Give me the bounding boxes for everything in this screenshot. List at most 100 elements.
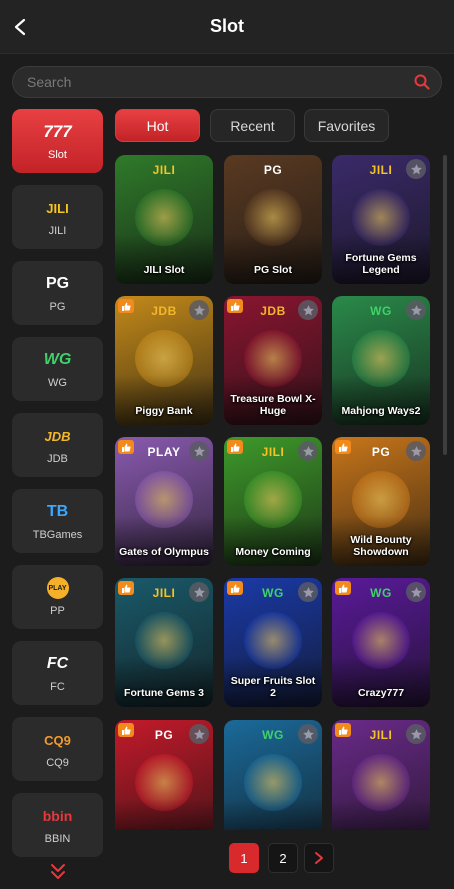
- tab-favorites[interactable]: Favorites: [304, 109, 389, 142]
- game-grid: JILI JILI Slot PG PG Slot JILI Fortune Gems L…: [115, 155, 445, 830]
- sidebar-item-label: WG: [48, 377, 67, 389]
- favorite-star-icon[interactable]: [406, 300, 426, 320]
- game-title: PG Slot: [254, 264, 292, 276]
- favorite-star-icon[interactable]: [189, 300, 209, 320]
- sidebar-item-label: BBIN: [44, 833, 71, 845]
- favorite-star-icon[interactable]: [406, 159, 426, 179]
- game-card[interactable]: WG Crazy777: [332, 578, 430, 707]
- sidebar-item-fc[interactable]: FC FC: [12, 641, 103, 705]
- card-shade: [332, 657, 430, 707]
- chevron-right-icon: [315, 852, 323, 864]
- game-card[interactable]: PGFortune Rabbit: [115, 720, 213, 830]
- thumbs-up-icon: [118, 440, 134, 454]
- game-card[interactable]: JDB Treasure Bowl X-Huge: [224, 296, 322, 425]
- search-bar: [12, 66, 442, 98]
- page-1-button[interactable]: 1: [229, 843, 259, 873]
- sidebar-item-pg[interactable]: PG PG: [12, 261, 103, 325]
- cq9-logo-icon: CQ9: [44, 732, 71, 748]
- game-title: Money Coming: [235, 546, 311, 558]
- game-card[interactable]: WG Super Fruits Slot 2: [224, 578, 322, 707]
- game-title: Samba Dance: [228, 829, 318, 830]
- favorite-star-icon[interactable]: [406, 724, 426, 744]
- favorite-star-icon[interactable]: [189, 441, 209, 461]
- sidebar-item-label: PP: [50, 605, 65, 617]
- game-card[interactable]: JILI Fortune Gems Legend: [332, 155, 430, 284]
- sidebar-item-label: Slot: [48, 149, 67, 161]
- double-chevron-down-icon[interactable]: [50, 862, 66, 882]
- sidebar-item-label: CQ9: [46, 757, 69, 769]
- game-card[interactable]: JDB Piggy Bank: [115, 296, 213, 425]
- fc-logo-icon: FC: [46, 655, 69, 672]
- card-shade: [115, 234, 213, 284]
- page-title: Slot: [210, 16, 244, 36]
- favorite-star-icon[interactable]: [406, 441, 426, 461]
- tab-recent[interactable]: Recent: [210, 109, 295, 142]
- thumbs-up-icon: [335, 723, 351, 737]
- favorite-star-icon[interactable]: [298, 300, 318, 320]
- game-card[interactable]: PG PG Slot: [224, 155, 322, 284]
- bbin-logo-icon: bbin: [42, 808, 73, 824]
- favorite-star-icon[interactable]: [298, 441, 318, 461]
- sidebar-item-label: FC: [50, 681, 65, 693]
- sidebar-item-jdb[interactable]: JDB JDB: [12, 413, 103, 477]
- game-card[interactable]: JILI JILI Slot: [115, 155, 213, 284]
- tbgames-logo-icon: TB: [46, 503, 69, 520]
- sidebar-item-label: PG: [49, 301, 66, 313]
- sidebar-item-cq9[interactable]: CQ9 CQ9: [12, 717, 103, 781]
- favorite-star-icon[interactable]: [406, 582, 426, 602]
- favorite-star-icon[interactable]: [189, 582, 209, 602]
- game-card[interactable]: PLAY Gates of Olympus: [115, 437, 213, 566]
- thumbs-up-icon: [118, 581, 134, 595]
- search-input[interactable]: [13, 67, 403, 97]
- game-provider-logo: JILI: [152, 163, 176, 177]
- game-card[interactable]: PG Wild Bounty Showdown: [332, 437, 430, 566]
- jili-logo-icon: JILI: [46, 200, 69, 216]
- pp-logo-icon: PLAY: [46, 577, 69, 599]
- sidebar-item-pp[interactable]: PLAY PP: [12, 565, 103, 629]
- jdb-logo-icon: JDB: [44, 428, 71, 444]
- game-card[interactable]: JILI Fortune Gems 3: [115, 578, 213, 707]
- game-provider-logo: PG: [263, 163, 283, 177]
- card-shade: [115, 516, 213, 566]
- sidebar-item-wg[interactable]: WG WG: [12, 337, 103, 401]
- card-shade: [224, 799, 322, 830]
- game-title: Crazy777: [357, 687, 405, 699]
- next-page-button[interactable]: [304, 843, 334, 873]
- game-card[interactable]: WGSamba Dance: [224, 720, 322, 830]
- scrollbar[interactable]: [443, 155, 447, 455]
- thumbs-up-icon: [335, 440, 351, 454]
- tab-hot[interactable]: Hot: [115, 109, 200, 142]
- game-title: Treasure Bowl X-Huge: [230, 393, 316, 417]
- sidebar-item-label: JILI: [48, 225, 67, 237]
- game-card[interactable]: WG Mahjong Ways2: [332, 296, 430, 425]
- sidebar-item-tbgames[interactable]: TB TBGames: [12, 489, 103, 553]
- favorite-star-icon[interactable]: [298, 582, 318, 602]
- thumbs-up-icon: [118, 723, 134, 737]
- game-title: Super Fruits Slot 2: [230, 675, 316, 699]
- game-title: Gates of Olympus: [119, 546, 209, 558]
- header: Slot: [0, 0, 454, 54]
- game-title: Wild Bounty Showdown: [350, 534, 412, 558]
- card-shade: [224, 516, 322, 566]
- sidebar-item-label: JDB: [47, 453, 68, 465]
- provider-sidebar: 777 Slot JILI JILI PG PG WG WG JDB JDB T…: [12, 109, 103, 889]
- page-2-button[interactable]: 2: [268, 843, 298, 873]
- game-title: Fortune Gems Legend: [345, 252, 417, 276]
- sidebar-item-bbin[interactable]: bbin BBIN: [12, 793, 103, 857]
- sidebar-item-label: TBGames: [32, 529, 83, 541]
- app-root: Slot 777 Slot JILI JILI PG PG WG WG JDB …: [0, 0, 454, 889]
- game-card[interactable]: JILIMoney Coming: [224, 437, 322, 566]
- game-card[interactable]: JILIMoney Coming: [332, 720, 430, 830]
- thumbs-up-icon: [227, 581, 243, 595]
- search-icon[interactable]: [413, 73, 431, 91]
- thumbs-up-icon: [335, 581, 351, 595]
- sidebar-item-jili[interactable]: JILI JILI: [12, 185, 103, 249]
- thumbs-up-icon: [227, 440, 243, 454]
- sidebar-item-slot[interactable]: 777 Slot: [12, 109, 103, 173]
- game-title: Fortune Rabbit: [119, 829, 209, 830]
- game-title: Mahjong Ways2: [341, 405, 421, 417]
- card-shade: [332, 799, 430, 830]
- card-shade: [115, 657, 213, 707]
- favorite-star-icon[interactable]: [189, 724, 209, 744]
- favorite-star-icon[interactable]: [298, 724, 318, 744]
